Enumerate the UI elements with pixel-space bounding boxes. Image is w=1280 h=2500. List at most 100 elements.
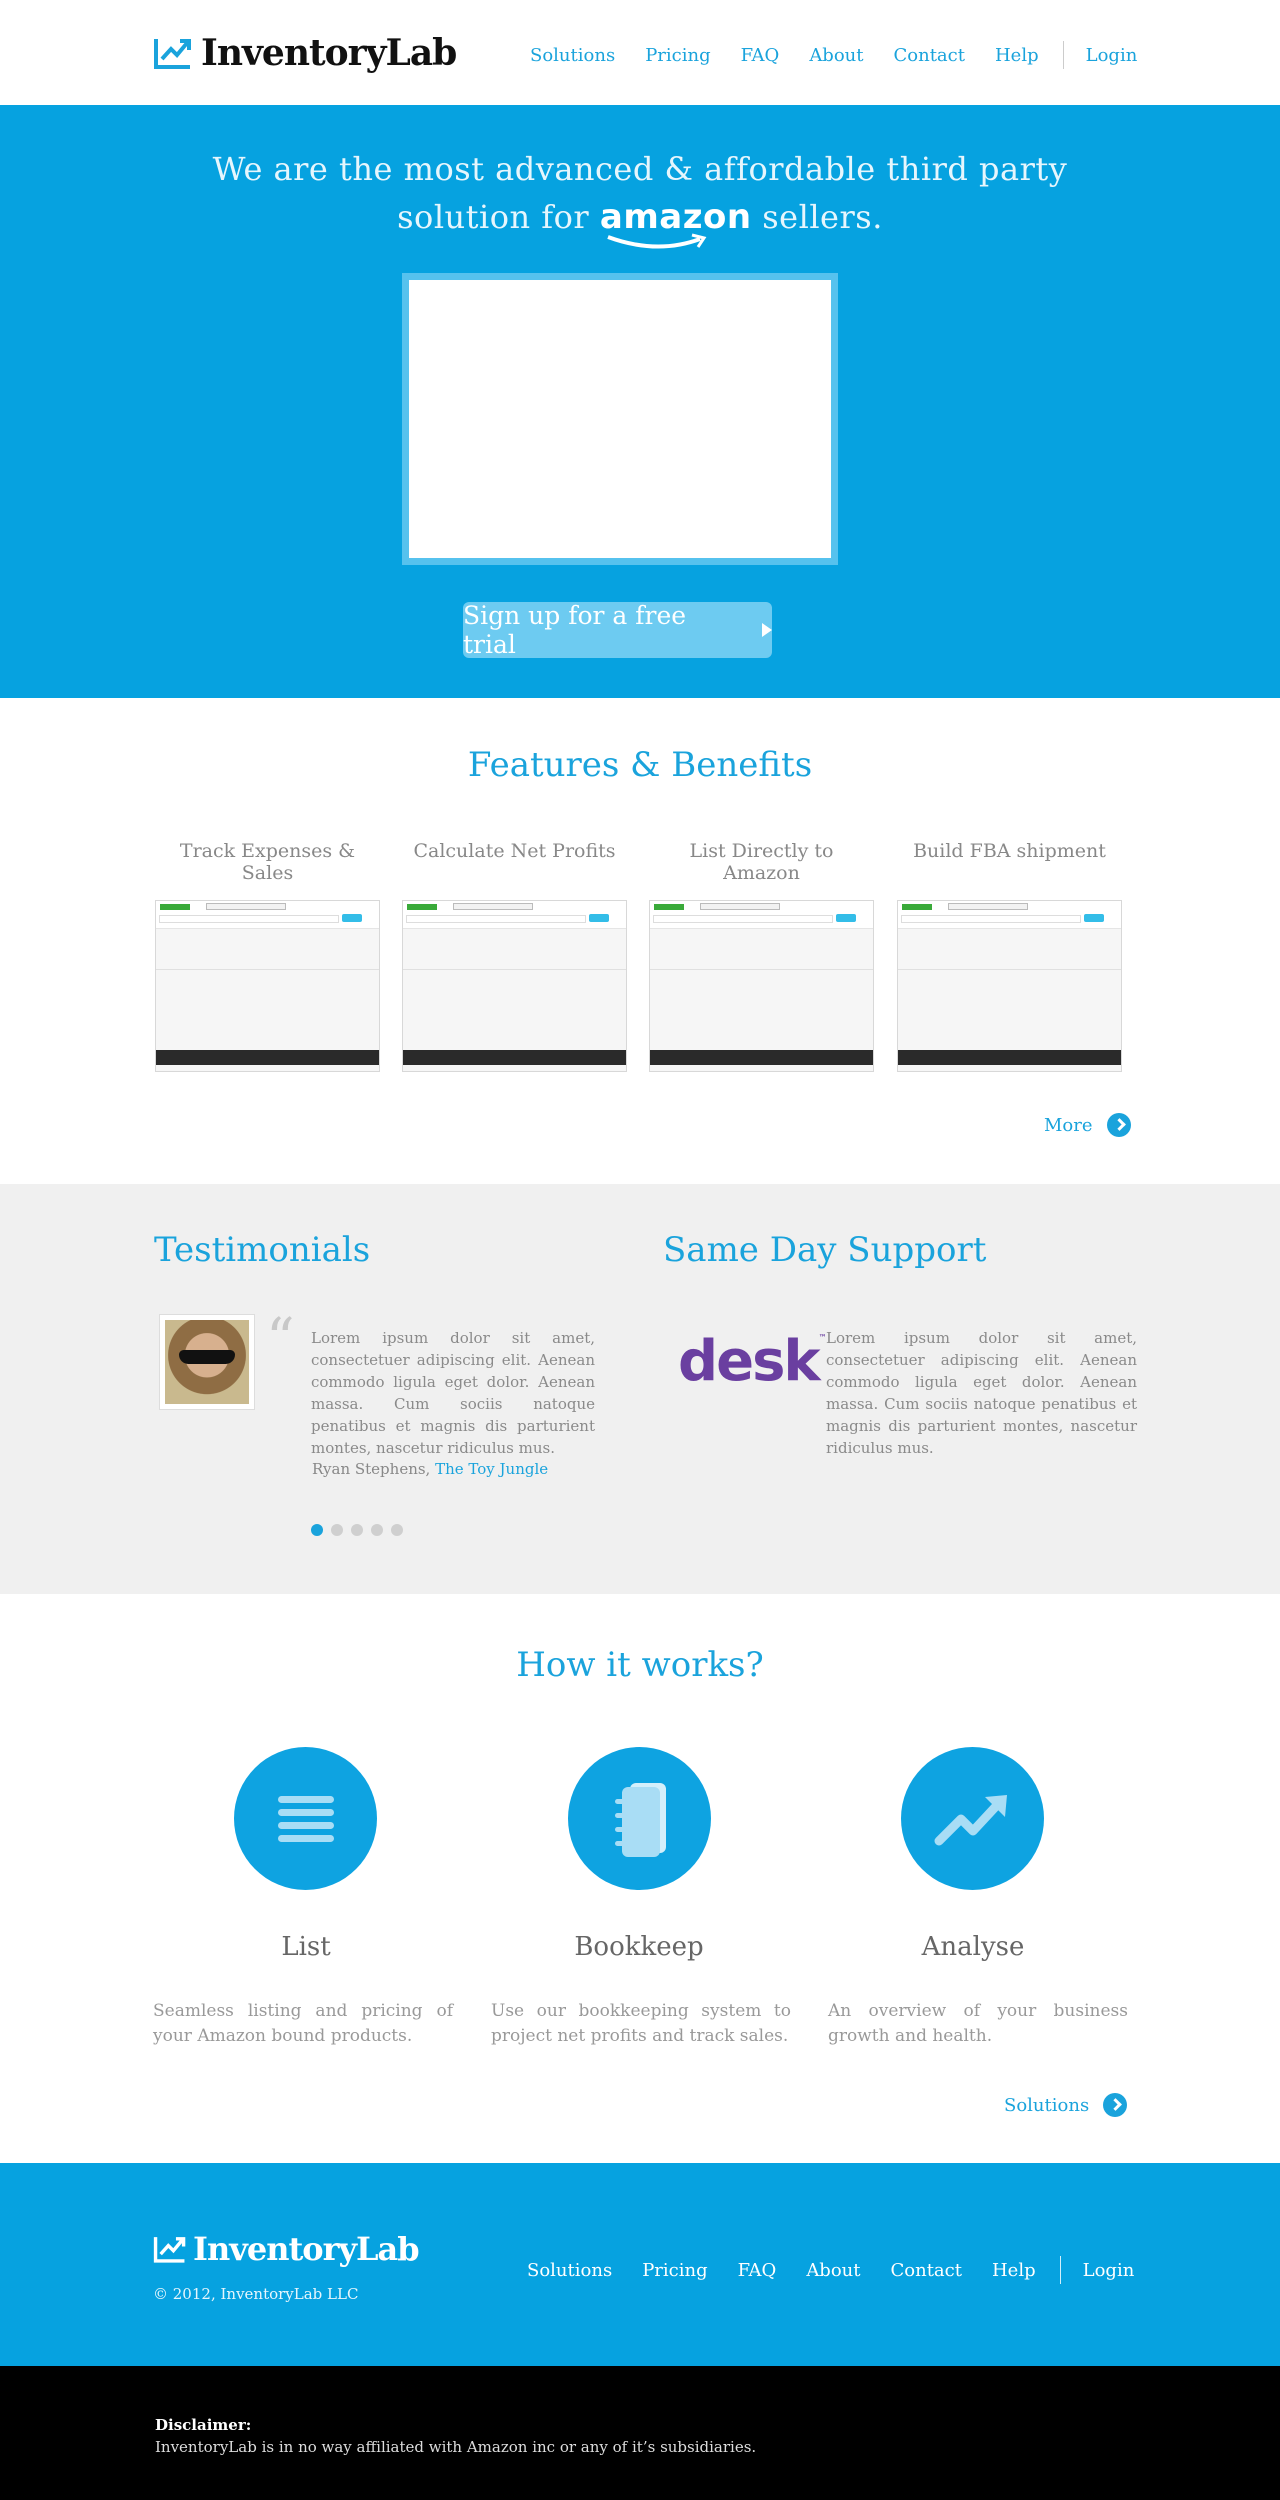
feature-label-expenses: Track Expenses & Sales — [179, 840, 356, 884]
step-text-list: Seamless listing and pricing of your Ama… — [153, 2001, 453, 2046]
support-description: Lorem ipsum dolor sit amet, consectetuer… — [826, 1329, 1137, 1457]
feature-screenshot-listing[interactable] — [649, 900, 874, 1072]
list-step-circle — [234, 1747, 377, 1890]
amazon-smile-icon — [607, 233, 707, 249]
nav-login[interactable]: Login — [1086, 45, 1138, 66]
hero-line-1: We are the most advanced & affordable th… — [212, 150, 1068, 188]
hero-line-2-end: sellers. — [762, 198, 883, 236]
more-label: More — [1044, 1114, 1093, 1136]
bookkeep-step-circle — [568, 1747, 711, 1890]
main-nav: Solutions Pricing FAQ About Contact Help… — [530, 40, 1167, 70]
footer-nav-contact[interactable]: Contact — [891, 2260, 962, 2281]
footer-nav-pricing[interactable]: Pricing — [642, 2260, 707, 2281]
footer-nav-login[interactable]: Login — [1083, 2260, 1135, 2281]
desk-logo: desk™ — [678, 1334, 827, 1390]
screenshot-tabs — [206, 903, 286, 910]
screenshot-divider — [650, 969, 873, 970]
feature-screenshot-expenses[interactable] — [155, 900, 380, 1072]
screenshot-divider — [898, 969, 1121, 970]
screenshot-button — [836, 914, 856, 922]
hero-line-2-start: solution for — [397, 198, 590, 236]
nav-about[interactable]: About — [809, 45, 863, 66]
screenshot-toolbar — [156, 901, 379, 929]
author-name: Ryan Stephens, — [312, 1460, 431, 1478]
disclaimer-bar: Disclaimer: InventoryLab is in no way af… — [0, 2366, 1280, 2500]
screenshot-tabs — [948, 903, 1028, 910]
pager-dot-2[interactable] — [331, 1524, 343, 1536]
screenshot-button — [342, 914, 362, 922]
screenshot-toolbar — [650, 901, 873, 929]
hero-headline: We are the most advanced & affordable th… — [0, 145, 1280, 249]
step-label-analyse: Analyse — [921, 1932, 1025, 1962]
video-player[interactable] — [402, 273, 838, 565]
footer-logo[interactable]: InventoryLab — [153, 2230, 420, 2268]
screenshot-button — [589, 914, 609, 922]
nav-faq[interactable]: FAQ — [741, 45, 780, 66]
feature-label-profits: Calculate Net Profits — [413, 840, 616, 862]
more-features-link[interactable]: More — [1044, 1113, 1131, 1137]
nav-contact[interactable]: Contact — [894, 45, 965, 66]
hero-section: We are the most advanced & affordable th… — [0, 105, 1280, 698]
feature-label-shipment: Build FBA shipment — [913, 840, 1106, 862]
step-text-bookkeep: Use our bookkeeping system to project ne… — [491, 2001, 791, 2046]
footer-nav-help[interactable]: Help — [992, 2260, 1036, 2281]
nav-solutions[interactable]: Solutions — [530, 45, 615, 66]
screenshot-toolbar — [403, 901, 626, 929]
screenshot-search — [159, 915, 339, 923]
pager-dot-1[interactable] — [311, 1524, 323, 1536]
nav-pricing[interactable]: Pricing — [645, 45, 710, 66]
screenshot-footer — [650, 1050, 873, 1065]
nav-help[interactable]: Help — [995, 45, 1039, 66]
pager-dot-3[interactable] — [351, 1524, 363, 1536]
sunglasses — [179, 1350, 235, 1364]
screenshot-logo — [654, 904, 684, 910]
testimonial-quote: Lorem ipsum dolor sit amet, consectetuer… — [311, 1329, 595, 1457]
testimonials-support-band: Testimonials “ Lorem ipsum dolor sit ame… — [0, 1184, 1280, 1594]
testimonial-author: Ryan Stephens, The Toy Jungle — [312, 1460, 548, 1478]
screenshot-logo — [407, 904, 437, 910]
desk-logo-text: desk — [678, 1329, 821, 1394]
feature-screenshot-profits[interactable] — [402, 900, 627, 1072]
author-company-link[interactable]: The Toy Jungle — [435, 1460, 548, 1478]
solutions-link-label: Solutions — [1004, 2094, 1090, 2116]
testimonial-avatar — [159, 1314, 255, 1410]
screenshot-divider — [403, 969, 626, 970]
support-title: Same Day Support — [663, 1230, 987, 1270]
footer-nav-divider — [1059, 2256, 1061, 2284]
site-footer: InventoryLab © 2012, InventoryLab LLC So… — [0, 2163, 1280, 2366]
features-title: Features & Benefits — [467, 745, 813, 785]
step-text-analyse: An overview of your business growth and … — [828, 2001, 1128, 2046]
copyright-text: © 2012, InventoryLab LLC — [153, 2285, 359, 2303]
screenshot-tabs — [453, 903, 533, 910]
trend-arrow-icon — [934, 1794, 1007, 1845]
list-icon — [277, 1795, 334, 1842]
screenshot-footer — [156, 1050, 379, 1065]
amazon-logo-text: amazon — [599, 197, 752, 237]
testimonials-title: Testimonials — [154, 1230, 371, 1270]
chevron-right-icon — [1106, 1113, 1131, 1137]
screenshot-divider — [156, 969, 379, 970]
site-logo[interactable]: InventoryLab — [153, 30, 457, 76]
step-label-list: List — [281, 1932, 331, 1962]
screenshot-toolbar — [898, 901, 1121, 929]
screenshot-search — [406, 915, 586, 923]
footer-nav-about[interactable]: About — [806, 2260, 860, 2281]
pager-dot-5[interactable] — [391, 1524, 403, 1536]
pager-dot-4[interactable] — [371, 1524, 383, 1536]
screenshot-search — [653, 915, 833, 923]
free-trial-button[interactable]: Sign up for a free trial — [463, 601, 772, 659]
amazon-logo: amazon — [599, 193, 752, 249]
screenshot-footer — [898, 1050, 1121, 1065]
footer-nav-solutions[interactable]: Solutions — [527, 2260, 612, 2281]
screenshot-logo — [902, 904, 932, 910]
screenshot-footer — [403, 1050, 626, 1065]
footer-nav-faq[interactable]: FAQ — [738, 2260, 777, 2281]
nav-divider — [1062, 41, 1064, 69]
solutions-link[interactable]: Solutions — [1004, 2093, 1128, 2117]
avatar-photo — [165, 1320, 249, 1404]
testimonial-pager — [311, 1524, 411, 1536]
feature-screenshot-shipment[interactable] — [897, 900, 1122, 1072]
screenshot-search — [901, 915, 1081, 923]
play-arrow-icon — [762, 623, 772, 637]
chevron-right-icon — [1103, 2093, 1128, 2117]
